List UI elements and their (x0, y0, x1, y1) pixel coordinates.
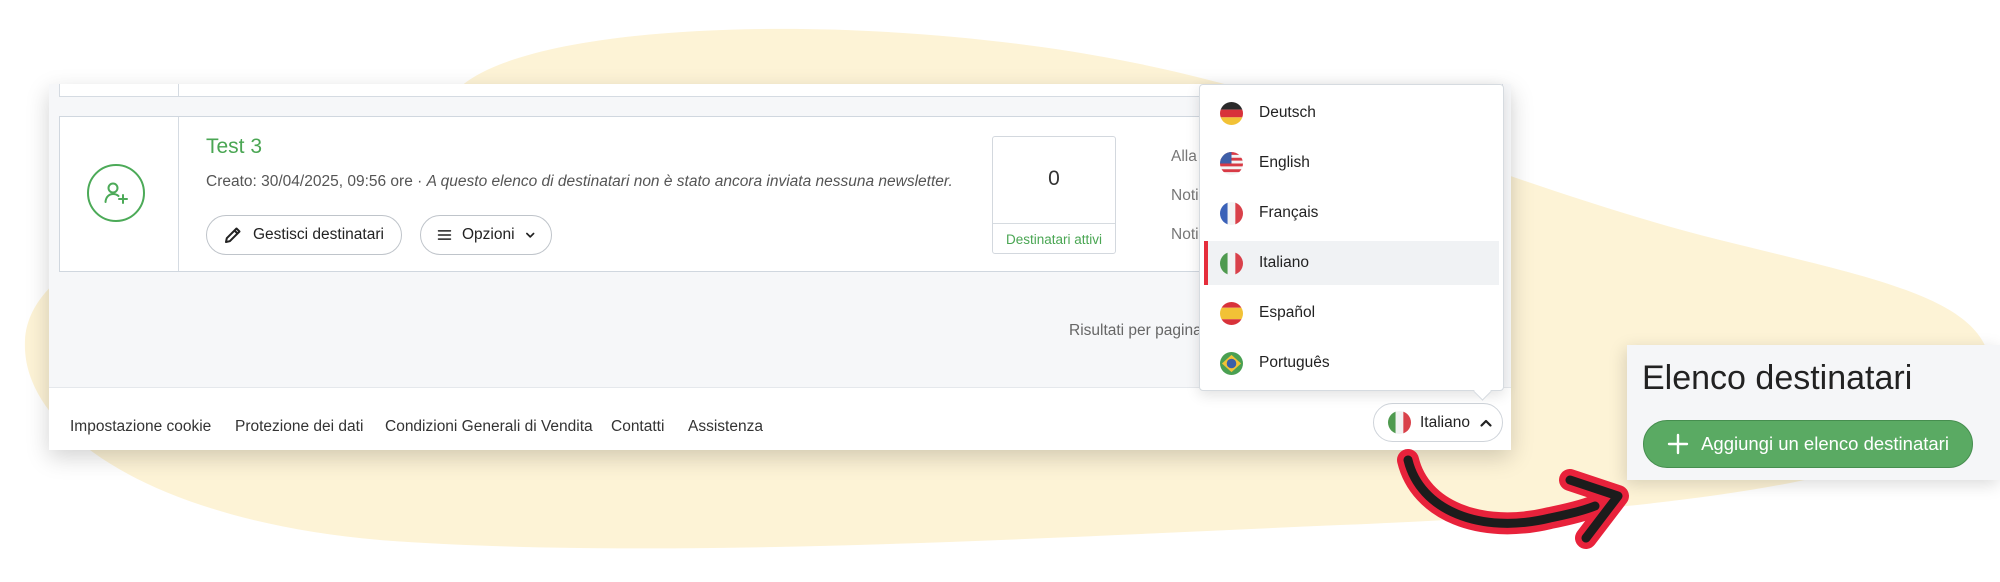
notification-label-3: Noti (1171, 226, 1199, 243)
active-recipients-label: Destinatari attivi (1005, 232, 1103, 247)
notification-label-2: Noti (1171, 187, 1199, 204)
add-recipient-list-button[interactable]: Aggiungi un elenco destinatari (1643, 420, 1973, 468)
language-option-label: Português (1259, 354, 1330, 371)
menu-icon (437, 230, 452, 240)
language-selector[interactable]: Italiano (1373, 403, 1503, 442)
language-selector-label: Italiano (1420, 413, 1470, 431)
list-title[interactable]: Test 3 (206, 135, 262, 159)
language-option-deutsch[interactable]: Deutsch (1204, 91, 1499, 135)
language-option-italiano[interactable]: Italiano (1204, 241, 1499, 285)
pencil-icon (225, 227, 241, 243)
add-recipient-list-label: Aggiungi un elenco destinatari (1701, 433, 1949, 454)
language-option-label: Deutsch (1259, 104, 1316, 121)
language-option-francais[interactable]: Français (1204, 191, 1499, 235)
germany-flag-icon (1220, 101, 1243, 125)
language-option-english[interactable]: English (1204, 141, 1499, 185)
plus-icon (1667, 433, 1689, 455)
language-option-label: Italiano (1259, 254, 1309, 271)
language-option-portugues[interactable]: Português (1204, 341, 1499, 385)
add-user-icon (87, 164, 145, 222)
italy-flag-icon (1388, 411, 1411, 434)
notification-label-1: Alla (1171, 148, 1197, 165)
results-per-page-label: Risultati per pagina (1069, 322, 1202, 339)
recipient-list-header-card: Elenco destinatari Aggiungi un elenco de… (1627, 345, 2000, 480)
france-flag-icon (1220, 201, 1243, 225)
footer-link-terms[interactable]: Condizioni Generali di Vendita (385, 418, 593, 436)
manage-recipients-label: Gestisci destinatari (253, 226, 384, 243)
created-date: Creato: 30/04/2025, 09:56 ore · (206, 173, 427, 190)
list-meta: Creato: 30/04/2025, 09:56 ore · A questo… (206, 173, 953, 191)
language-option-espanol[interactable]: Español (1204, 291, 1499, 335)
brazil-flag-icon (1220, 351, 1243, 375)
language-option-label: Français (1259, 204, 1319, 221)
footer-link-cookie-settings[interactable]: Impostazione cookie (70, 418, 211, 436)
language-dropdown: Deutsch English Français Italiano Españo… (1199, 84, 1504, 391)
chevron-up-icon (1480, 419, 1492, 427)
chevron-down-icon (525, 232, 534, 238)
usa-flag-icon (1220, 151, 1243, 175)
active-recipients-count: 0 (1048, 167, 1060, 190)
footer-link-privacy[interactable]: Protezione dei dati (235, 418, 363, 436)
language-option-label: English (1259, 154, 1310, 171)
curved-arrow-icon (1397, 449, 1629, 549)
language-option-label: Español (1259, 304, 1316, 321)
page-title: Elenco destinatari (1642, 359, 1913, 397)
options-label: Opzioni (461, 226, 515, 243)
spain-flag-icon (1220, 301, 1243, 325)
newsletter-status-note: A questo elenco di destinatari non è sta… (426, 173, 953, 190)
manage-recipients-button[interactable]: Gestisci destinatari (206, 215, 402, 255)
active-recipients-box: 0 Destinatari attivi (992, 136, 1116, 254)
footer-link-support[interactable]: Assistenza (688, 418, 763, 436)
italy-flag-icon (1220, 251, 1243, 275)
options-button[interactable]: Opzioni (420, 215, 552, 255)
footer-link-contacts[interactable]: Contatti (611, 418, 664, 436)
footer: Impostazione cookie Protezione dei dati … (49, 387, 1511, 450)
